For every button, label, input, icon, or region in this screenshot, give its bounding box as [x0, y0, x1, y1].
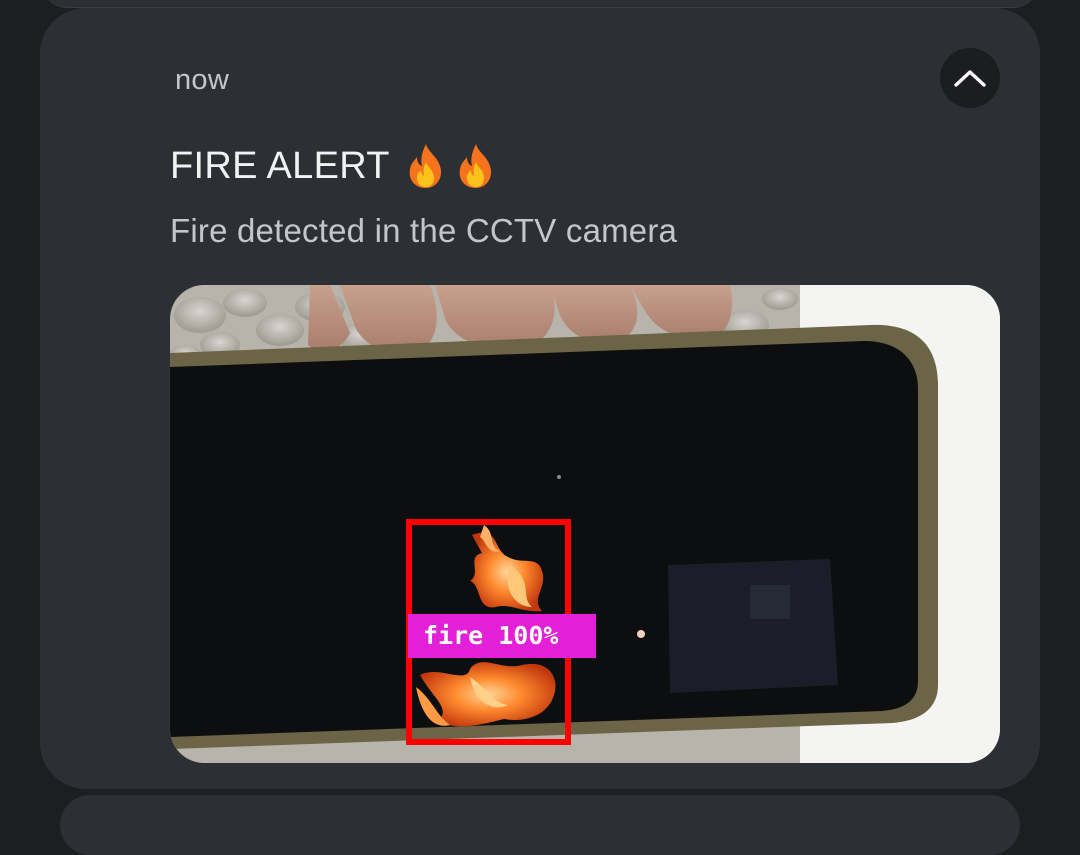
camera-snapshot-image[interactable]: fire 100% [170, 285, 1000, 763]
fire-icon [459, 144, 491, 188]
notification-body: Fire detected in the CCTV camera [170, 212, 678, 249]
camera-snapshot-graphic [170, 285, 1000, 763]
fire-icon [409, 144, 441, 188]
detection-label: fire 100% [408, 614, 596, 658]
notification-timestamp: now [175, 64, 230, 96]
collapse-button[interactable] [940, 48, 1000, 108]
previous-notification-card[interactable] [40, 0, 1040, 8]
notification-title: FIRE ALERT [170, 144, 390, 187]
chevron-up-icon [954, 70, 986, 87]
notification-title-row: FIRE ALERT [170, 142, 504, 190]
next-notification-card[interactable] [60, 795, 1020, 855]
notification-card[interactable]: now FIRE ALERT Fire detected in the CCTV… [40, 8, 1040, 789]
